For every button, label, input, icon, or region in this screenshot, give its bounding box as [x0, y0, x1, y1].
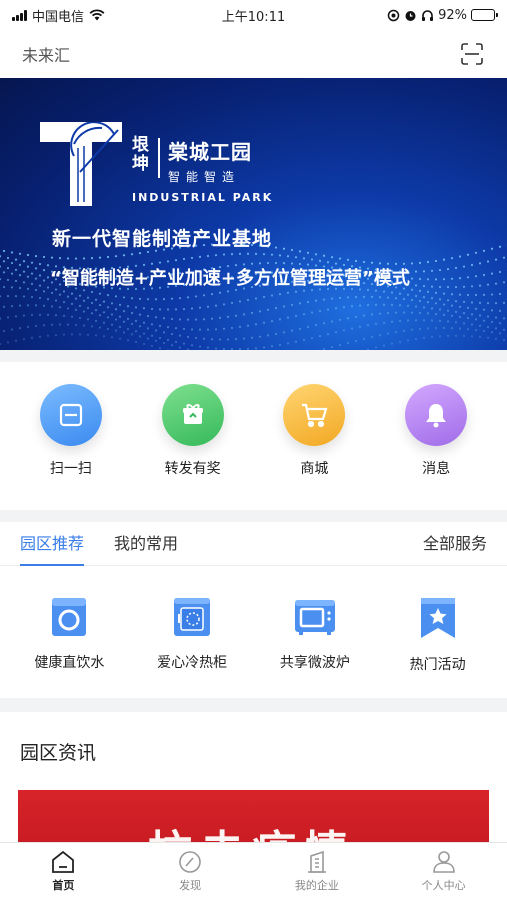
- nav-home[interactable]: 首页: [0, 843, 127, 900]
- quick-action-label: 消息: [422, 461, 451, 477]
- home-icon: [52, 850, 75, 873]
- park-news-section: 园区资讯 抗击疫情: [0, 712, 507, 842]
- service-label: 爱心冷热柜: [157, 655, 228, 671]
- battery-icon: [471, 9, 498, 21]
- bottom-tab-bar: 首页 发现 我的企业 个人中心: [0, 842, 507, 900]
- logo-brand-small: 垠坤: [132, 135, 149, 174]
- wifi-icon: [89, 9, 105, 21]
- service-drinking-water[interactable]: 健康直饮水: [14, 596, 124, 674]
- service-label: 共享微波炉: [279, 655, 350, 671]
- scan-icon: [39, 384, 102, 446]
- building-icon: [307, 850, 326, 873]
- scan-icon: [461, 43, 483, 65]
- banner-subheadline: “智能制造+产业加速+多方位管理运营”模式: [50, 268, 410, 289]
- gift-icon: [161, 384, 224, 446]
- logo-english: INDUSTRIAL PARK: [132, 191, 274, 204]
- quick-actions: 扫一扫 转发有奖 商城 消息: [0, 362, 507, 510]
- quick-action-mall[interactable]: 商城: [269, 384, 359, 510]
- headphones-icon: [422, 9, 434, 21]
- lock-rotation-icon: [387, 9, 400, 21]
- battery-percent: 92%: [438, 7, 467, 23]
- nav-label: 发现: [179, 879, 202, 892]
- hero-banner[interactable]: 垠坤 棠城工园 智能智造 INDUSTRIAL PARK 新一代智能制造产业基地…: [0, 78, 507, 350]
- service-label: 健康直饮水: [34, 655, 105, 671]
- nav-personal-center[interactable]: 个人中心: [380, 843, 507, 900]
- quick-action-label: 转发有奖: [164, 461, 221, 477]
- cart-icon: [283, 384, 346, 446]
- app-header: 未来汇: [0, 30, 507, 78]
- locker-icon: [174, 598, 211, 636]
- logo-park-name: 棠城工园: [168, 140, 252, 164]
- service-label: 热门活动: [409, 657, 466, 673]
- logo-tagline: 智能智造: [168, 170, 241, 184]
- app-title: 未来汇: [22, 46, 71, 65]
- status-right: 92%: [387, 7, 498, 23]
- quick-action-messages[interactable]: 消息: [391, 384, 481, 510]
- all-services-link[interactable]: 全部服务: [423, 522, 487, 566]
- quick-action-label: 商城: [300, 461, 329, 477]
- service-cold-hot-locker[interactable]: 爱心冷热柜: [137, 596, 247, 674]
- status-bar: 中国电信 上午10:11 92%: [0, 0, 507, 30]
- microwave-icon: [294, 600, 335, 635]
- scan-button[interactable]: [459, 41, 485, 67]
- user-icon: [432, 851, 455, 873]
- quick-action-share-reward[interactable]: 转发有奖: [148, 384, 238, 510]
- nav-my-company[interactable]: 我的企业: [254, 843, 381, 900]
- news-section-title: 园区资讯: [20, 742, 97, 764]
- nav-discover[interactable]: 发现: [127, 843, 254, 900]
- service-microwave[interactable]: 共享微波炉: [260, 596, 370, 674]
- services-panel: 园区推荐 我的常用 全部服务 健康直饮水 爱心冷热柜 共享微波炉 热门活动: [0, 522, 507, 698]
- news-banner-image[interactable]: 抗击疫情: [18, 790, 489, 842]
- bell-icon: [405, 384, 468, 446]
- services-tabs: 园区推荐 我的常用 全部服务: [0, 522, 507, 566]
- compass-icon: [179, 851, 201, 873]
- tab-park-recommend[interactable]: 园区推荐: [20, 522, 85, 566]
- quick-action-label: 扫一扫: [49, 461, 92, 477]
- carrier-name: 中国电信: [32, 9, 85, 25]
- news-image-text: 抗击疫情: [148, 816, 356, 842]
- nav-label: 首页: [52, 879, 75, 892]
- status-left: 中国电信: [12, 6, 105, 25]
- banner-headline: 新一代智能制造产业基地: [52, 228, 273, 250]
- nav-label: 个人中心: [421, 879, 466, 892]
- park-logo-text: 垠坤 棠城工园 智能智造 INDUSTRIAL PARK: [132, 135, 274, 205]
- quick-action-scan[interactable]: 扫一扫: [26, 384, 116, 510]
- nav-label: 我的企业: [294, 879, 339, 892]
- signal-icon: [12, 9, 27, 21]
- alarm-icon: [405, 10, 416, 21]
- services-grid: 健康直饮水 爱心冷热柜 共享微波炉 热门活动: [0, 566, 507, 674]
- star-bookmark-icon: [420, 598, 455, 638]
- water-dispenser-icon: [52, 598, 87, 636]
- tab-my-frequent[interactable]: 我的常用: [114, 522, 178, 566]
- service-hot-events[interactable]: 热门活动: [383, 596, 493, 674]
- park-logo-icon: [40, 122, 122, 206]
